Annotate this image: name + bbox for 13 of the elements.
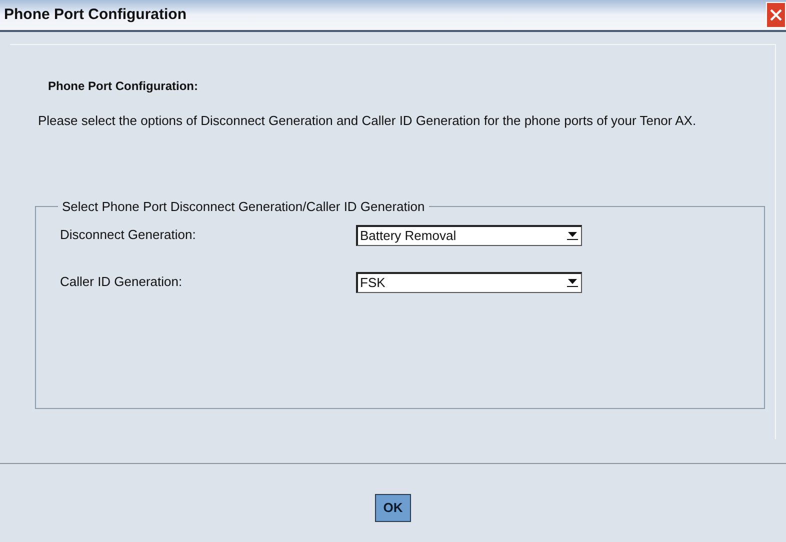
section-heading: Phone Port Configuration: — [48, 78, 199, 95]
close-button[interactable] — [766, 2, 786, 28]
close-icon — [770, 9, 782, 21]
ok-button[interactable]: OK — [375, 494, 411, 522]
dropdown[interactable]: Battery Removal — [356, 224, 582, 246]
dropdown-arrow-icon — [567, 278, 578, 287]
description-text: Please select the options of Disconnect Generation and Caller ID Generation for the phone ports of your Tenor AX. — [38, 112, 698, 130]
dropdown[interactable]: FSK — [356, 272, 582, 292]
group-title: Select Phone Port Disconnect Generation/Caller ID Generation — [61, 198, 426, 216]
field-label: Caller ID Generation: — [60, 273, 184, 292]
field-label: Disconnect Generation: — [60, 226, 197, 244]
window-title: Phone Port Configuration — [4, 4, 186, 25]
dropdown-arrow-icon — [567, 231, 578, 240]
